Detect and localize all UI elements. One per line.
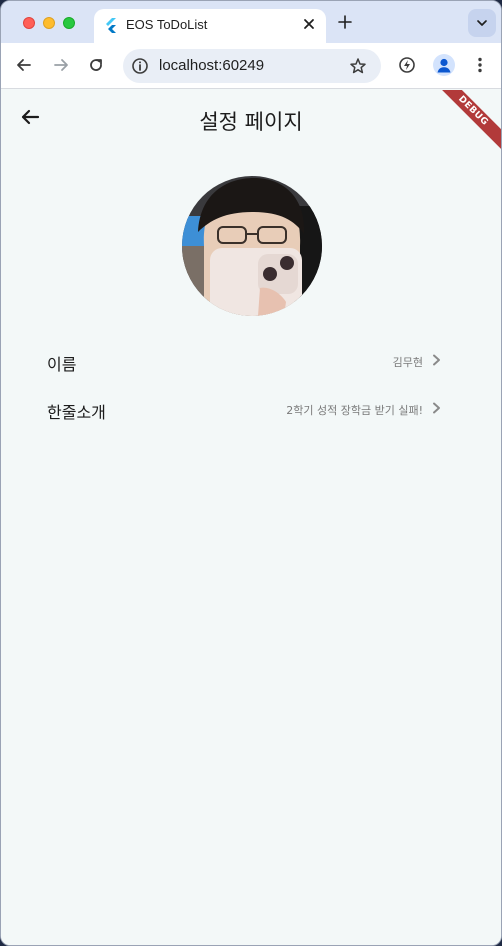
chevron-down-icon <box>477 20 487 26</box>
tab-search-button[interactable] <box>468 9 496 37</box>
profile-avatar[interactable] <box>182 176 322 316</box>
page-title: 설정 페이지 <box>199 110 303 134</box>
row-label: 한줄소개 <box>47 403 106 422</box>
more-menu-icon[interactable] <box>470 55 490 75</box>
chevron-right-icon <box>433 354 440 366</box>
new-tab-icon[interactable] <box>337 14 353 30</box>
browser-toolbar: localhost:60249 <box>1 43 501 89</box>
browser-window: EOS ToDoList localhost:60249 설정 페이지 DEBU… <box>0 0 502 946</box>
browser-tab[interactable]: EOS ToDoList <box>94 9 326 43</box>
profile-row-bio[interactable]: 한줄소개 2학기 성적 장학금 받기 실패! <box>47 389 443 429</box>
tab-strip: EOS ToDoList <box>1 1 501 43</box>
flutter-icon <box>106 18 116 33</box>
back-icon[interactable] <box>14 55 34 75</box>
person-icon <box>437 58 451 73</box>
address-bar[interactable]: localhost:60249 <box>123 49 381 83</box>
row-value: 김무현 <box>392 356 423 369</box>
row-label: 이름 <box>47 355 77 374</box>
close-window-button[interactable] <box>23 17 35 29</box>
profile-row-name[interactable]: 이름 김무현 <box>47 341 443 381</box>
settings-page: 설정 페이지 DEBUG 이름 김무현 한줄소개 2학기 성적 장학금 받기 실… <box>1 90 501 945</box>
profile-photo <box>182 176 322 316</box>
reload-icon[interactable] <box>86 55 106 75</box>
maximize-window-button[interactable] <box>63 17 75 29</box>
minimize-window-button[interactable] <box>43 17 55 29</box>
row-value: 2학기 성적 장학금 받기 실패! <box>286 404 423 417</box>
performance-icon[interactable] <box>397 55 417 75</box>
close-tab-icon[interactable] <box>302 17 316 31</box>
chevron-right-icon <box>433 402 440 414</box>
site-info-icon[interactable] <box>131 57 149 75</box>
forward-icon[interactable] <box>51 55 71 75</box>
tab-title: EOS ToDoList <box>126 17 208 32</box>
profile-avatar-button[interactable] <box>433 54 455 76</box>
url-text: localhost:60249 <box>159 57 265 74</box>
bookmark-star-icon[interactable] <box>349 57 367 75</box>
